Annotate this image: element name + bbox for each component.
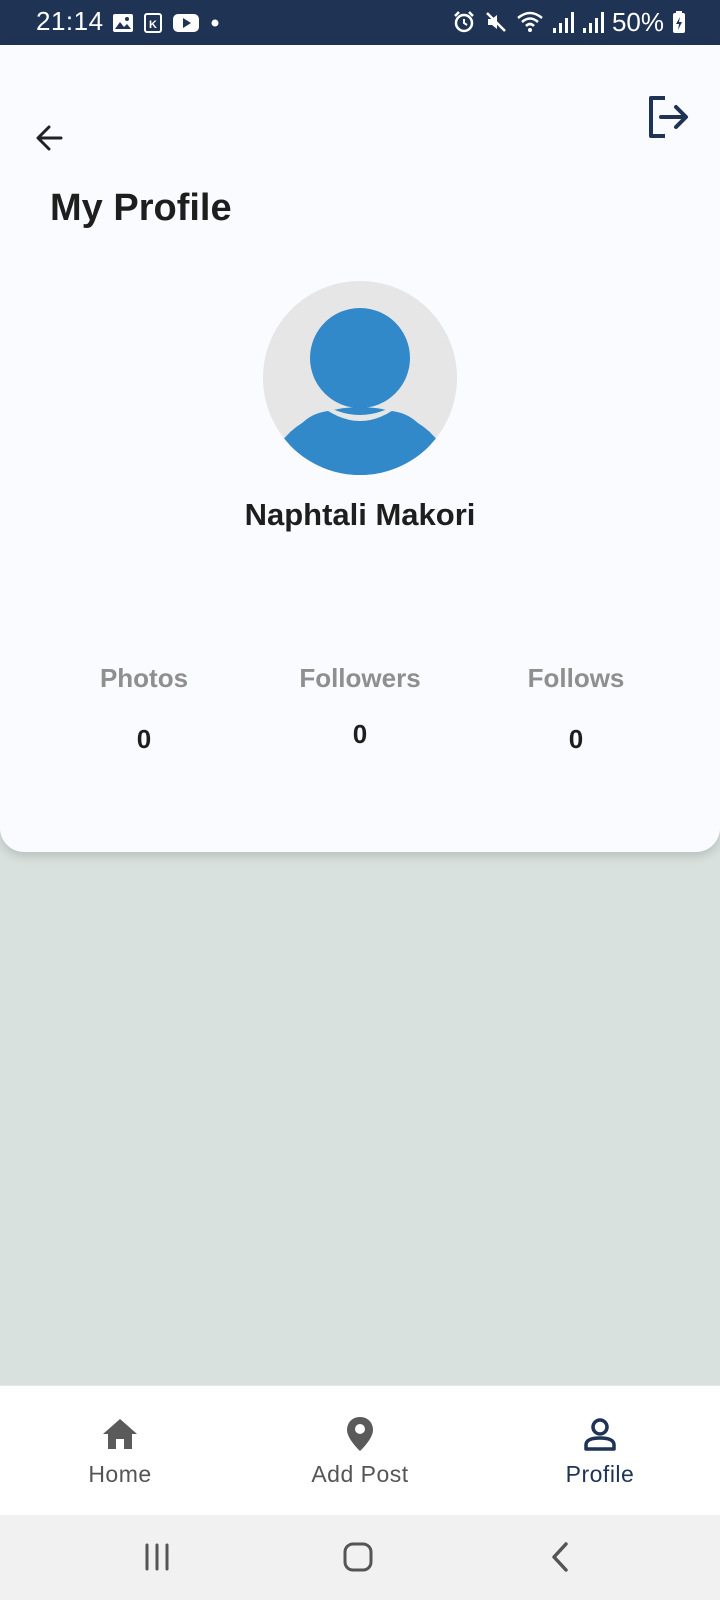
arrow-left-icon: [36, 125, 63, 151]
back-system-button[interactable]: [530, 1535, 590, 1579]
profile-card: My Profile Naphtali Makori Photos 0 Foll…: [0, 45, 720, 852]
image-icon: [113, 14, 133, 32]
page-title: My Profile: [50, 187, 232, 229]
location-pin-icon: [340, 1414, 380, 1454]
nav-item-home[interactable]: Home: [30, 1386, 210, 1516]
nav-label-profile: Profile: [565, 1461, 635, 1487]
stat-value: 0: [136, 724, 152, 754]
battery-charging-icon: [673, 11, 685, 33]
stat-label: Followers: [299, 663, 421, 693]
signal-icon: [582, 12, 604, 33]
stat-value: 0: [352, 719, 368, 749]
stat-value: 0: [568, 724, 584, 754]
svg-text:K: K: [149, 19, 157, 31]
nav-item-profile[interactable]: Profile: [510, 1386, 690, 1516]
wifi-icon: [517, 11, 543, 32]
logout-button[interactable]: [644, 93, 692, 141]
k-app-icon: K: [144, 13, 162, 33]
back-button[interactable]: [28, 117, 70, 159]
person-icon: [580, 1414, 620, 1454]
home-square-icon: [343, 1542, 373, 1572]
mute-icon: [486, 12, 506, 32]
logout-icon: [649, 96, 688, 138]
home-icon: [100, 1414, 140, 1454]
chevron-left-icon: [552, 1542, 568, 1572]
nav-item-add-post[interactable]: Add Post: [270, 1386, 450, 1516]
dot-icon: [211, 19, 219, 27]
stat-label: Follows: [527, 663, 625, 693]
alarm-icon: [454, 11, 474, 33]
status-bar: 21:14 K 50%: [0, 0, 720, 45]
battery-percentage: 50%: [611, 6, 664, 37]
nav-label-add-post: Add Post: [311, 1461, 409, 1487]
status-time: 21:14: [36, 6, 104, 36]
profile-avatar[interactable]: [263, 281, 457, 475]
user-name: Naphtali Makori: [244, 497, 476, 532]
default-avatar-icon: [263, 281, 457, 475]
youtube-icon: [173, 14, 199, 32]
signal-icon: [552, 12, 574, 33]
recent-apps-button[interactable]: [127, 1535, 187, 1579]
stat-label: Photos: [99, 663, 189, 693]
home-system-button[interactable]: [328, 1535, 388, 1579]
bottom-navigation: Home Add Post Profile: [0, 1385, 720, 1516]
notification-icons: K: [112, 10, 220, 36]
recent-apps-icon: [145, 1543, 169, 1571]
nav-label-home: Home: [88, 1461, 152, 1487]
system-navigation-bar: [0, 1515, 720, 1600]
system-status-icons: 50%: [452, 6, 686, 38]
